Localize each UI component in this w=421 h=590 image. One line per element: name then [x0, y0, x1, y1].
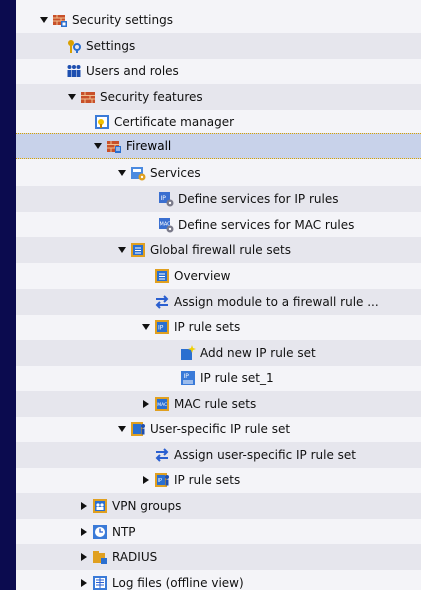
- tree-item-label: RADIUS: [112, 550, 158, 564]
- overview-icon: [155, 269, 169, 283]
- ip-rule-set-icon: IP: [181, 371, 195, 385]
- user-rules-icon: [131, 422, 145, 436]
- assign-icon: [155, 448, 169, 462]
- security-features-icon: [81, 92, 95, 103]
- certificate-icon: [95, 115, 109, 129]
- tree-item-ip-rule-sets[interactable]: IP IP rule sets: [16, 314, 421, 340]
- tree-item-global-firewall-rule-sets[interactable]: Global firewall rule sets: [16, 237, 421, 263]
- svg-text:MAC: MAC: [157, 402, 167, 408]
- tree-item-log-files[interactable]: Log files (offline view): [16, 570, 421, 590]
- collapse-arrow-icon[interactable]: [66, 91, 78, 103]
- services-icon: [131, 167, 146, 181]
- tree-item-label: Global firewall rule sets: [150, 243, 292, 257]
- tree-item-ip-rule-set-1[interactable]: IP IP rule set_1: [16, 365, 421, 391]
- log-files-icon: [93, 576, 107, 590]
- tree-item-label: Services: [150, 166, 201, 180]
- tree-item-label: Define services for IP rules: [178, 192, 339, 206]
- mac-service-icon: MAC: [159, 218, 174, 233]
- tree-item-users-and-roles[interactable]: Users and roles: [16, 58, 421, 84]
- tree-item-label: MAC rule sets: [174, 397, 257, 411]
- tree-item-overview[interactable]: Overview: [16, 263, 421, 289]
- collapse-arrow-icon[interactable]: [116, 244, 128, 256]
- ip-service-icon: IP: [159, 192, 174, 207]
- tree-item-firewall[interactable]: Firewall: [16, 133, 421, 159]
- collapse-arrow-icon[interactable]: [38, 14, 50, 26]
- tree-item-label: Certificate manager: [114, 115, 235, 129]
- security-settings-tree: Security settings Settings Users and rol…: [16, 0, 421, 590]
- assign-icon: [155, 295, 169, 309]
- tree-item-security-features[interactable]: Security features: [16, 84, 421, 110]
- settings-icon: [68, 40, 81, 53]
- svg-text:IP: IP: [158, 325, 164, 332]
- vpn-icon: [93, 499, 107, 513]
- tree-item-label: Users and roles: [86, 64, 179, 78]
- users-icon: [67, 65, 81, 77]
- expand-arrow-icon[interactable]: [140, 474, 152, 486]
- expand-arrow-icon[interactable]: [78, 577, 90, 589]
- tree-item-vpn-groups[interactable]: VPN groups: [16, 493, 421, 519]
- add-new-icon: [181, 345, 196, 360]
- expand-arrow-icon[interactable]: [78, 551, 90, 563]
- tree-item-certificate-manager[interactable]: Certificate manager: [16, 109, 421, 135]
- tree-item-label: Assign module to a firewall rule ...: [174, 295, 379, 309]
- tree-item-label: User-specific IP rule set: [150, 422, 291, 436]
- expand-arrow-icon[interactable]: [78, 500, 90, 512]
- svg-text:IP: IP: [158, 478, 163, 484]
- firewall-icon: [107, 141, 121, 153]
- tree-item-label: Security features: [100, 90, 203, 104]
- tree-item-label: Define services for MAC rules: [178, 218, 355, 232]
- security-settings-icon: [53, 15, 67, 27]
- tree-item-assign-user-specific[interactable]: Assign user-specific IP rule set: [16, 442, 421, 468]
- svg-text:IP: IP: [184, 373, 190, 380]
- collapse-arrow-icon[interactable]: [140, 321, 152, 333]
- tree-item-settings[interactable]: Settings: [16, 33, 421, 59]
- tree-item-user-ip-rule-sets[interactable]: IP IP rule sets: [16, 467, 421, 493]
- tree-item-services[interactable]: Services: [16, 160, 421, 186]
- svg-text:IP: IP: [161, 195, 167, 202]
- collapse-arrow-icon[interactable]: [116, 423, 128, 435]
- collapse-arrow-icon[interactable]: [92, 140, 104, 152]
- global-rules-icon: [131, 243, 145, 257]
- expand-arrow-icon[interactable]: [78, 526, 90, 538]
- tree-item-label: NTP: [112, 525, 136, 539]
- tree-item-assign-module[interactable]: Assign module to a firewall rule ...: [16, 289, 421, 315]
- mac-rule-sets-icon: MAC: [155, 397, 169, 411]
- tree-item-label: Security settings: [72, 13, 173, 27]
- tree-item-label: Firewall: [126, 139, 172, 153]
- collapse-arrow-icon[interactable]: [116, 167, 128, 179]
- tree-item-security-settings[interactable]: Security settings: [16, 7, 421, 33]
- tree-item-radius[interactable]: RADIUS: [16, 544, 421, 570]
- tree-item-label: Settings: [86, 39, 136, 53]
- ip-rule-sets-user-icon: IP: [155, 473, 169, 487]
- expand-arrow-icon[interactable]: [140, 398, 152, 410]
- tree-item-label: IP rule sets: [174, 473, 241, 487]
- tree-item-user-specific-ip-rule-set[interactable]: User-specific IP rule set: [16, 416, 421, 442]
- tree-item-label: Assign user-specific IP rule set: [174, 448, 356, 462]
- tree-item-mac-rule-sets[interactable]: MAC MAC rule sets: [16, 391, 421, 417]
- tree-item-label: Log files (offline view): [112, 576, 244, 590]
- ip-rule-sets-icon: IP: [155, 320, 169, 334]
- tree-item-label: Add new IP rule set: [200, 346, 316, 360]
- radius-icon: [93, 551, 107, 564]
- tree-item-define-mac-services[interactable]: MAC Define services for MAC rules: [16, 212, 421, 238]
- tree-item-define-ip-services[interactable]: IP Define services for IP rules: [16, 186, 421, 212]
- tree-item-label: Overview: [174, 269, 231, 283]
- tree-item-add-new-ip-rule-set[interactable]: Add new IP rule set: [16, 340, 421, 366]
- tree-item-label: VPN groups: [112, 499, 182, 513]
- tree-item-label: IP rule sets: [174, 320, 241, 334]
- tree-item-label: IP rule set_1: [200, 371, 274, 385]
- ntp-icon: [93, 525, 107, 539]
- tree-item-ntp[interactable]: NTP: [16, 519, 421, 545]
